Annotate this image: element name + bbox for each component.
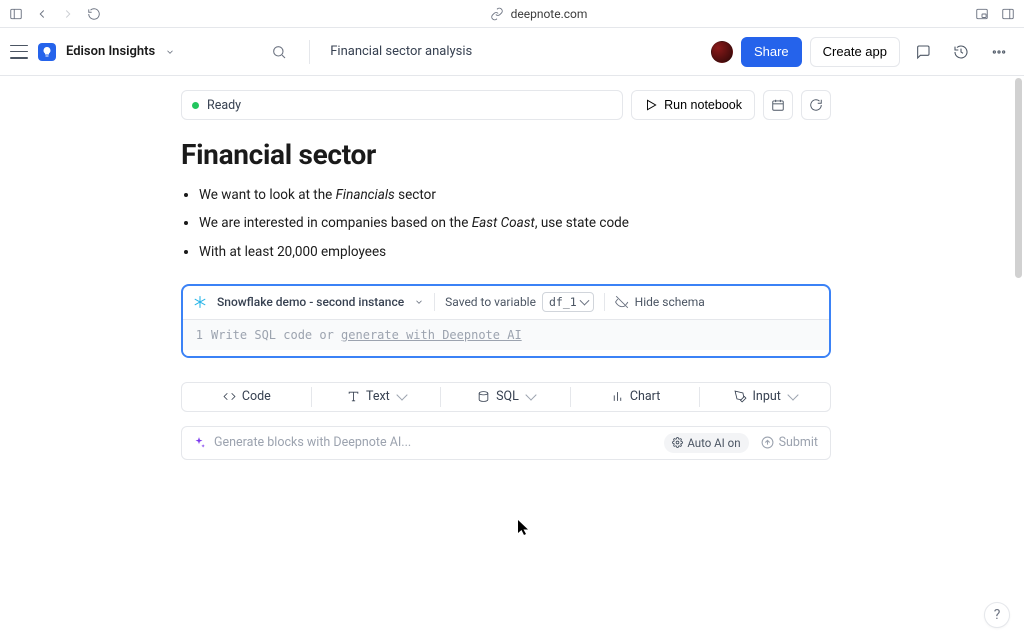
variable-select[interactable]: df_1: [542, 292, 594, 312]
url-domain: deepnote.com: [511, 7, 588, 21]
list-item[interactable]: With at least 20,000 employees: [199, 242, 831, 262]
sql-editor[interactable]: 1 Write SQL code or generate with Deepno…: [183, 320, 829, 350]
panel-right-icon[interactable]: [1000, 6, 1016, 22]
connection-name[interactable]: Snowflake demo - second instance: [217, 295, 404, 309]
ai-placeholder: Generate blocks with Deepnote AI...: [214, 435, 656, 450]
sql-placeholder: Write SQL code or generate with Deepnote…: [211, 328, 522, 342]
divider: [604, 293, 605, 311]
history-icon[interactable]: [946, 37, 976, 67]
run-label: Run notebook: [664, 98, 742, 112]
eye-off-icon: [615, 295, 629, 309]
chevron-down-icon[interactable]: [165, 47, 175, 57]
forward-icon: [60, 6, 76, 22]
add-code-button[interactable]: Code: [182, 383, 312, 411]
list-item[interactable]: We want to look at the Financials sector: [199, 185, 831, 205]
scrollbar[interactable]: [1015, 78, 1022, 278]
chevron-down-icon[interactable]: [414, 297, 424, 307]
workspace-logo[interactable]: [38, 43, 56, 61]
snowflake-icon: [193, 295, 207, 309]
status-pill[interactable]: Ready: [181, 90, 623, 120]
sql-footer: [183, 350, 829, 356]
ai-generate-bar[interactable]: Generate blocks with Deepnote AI... Auto…: [181, 426, 831, 460]
gear-icon: [672, 437, 683, 448]
schedule-button[interactable]: [763, 90, 793, 120]
add-text-button[interactable]: Text: [312, 383, 442, 411]
add-chart-button[interactable]: Chart: [571, 383, 701, 411]
reload-icon[interactable]: [86, 6, 102, 22]
hide-schema-button[interactable]: Hide schema: [615, 295, 705, 309]
browser-chrome: deepnote.com: [0, 0, 1024, 28]
status-dot-icon: [192, 102, 199, 109]
status-row: Ready Run notebook: [181, 90, 831, 120]
workspace-name[interactable]: Edison Insights: [66, 44, 155, 59]
saved-to-variable-label: Saved to variable: [445, 295, 536, 309]
hide-schema-label: Hide schema: [635, 295, 705, 309]
refresh-button[interactable]: [801, 90, 831, 120]
sparkle-icon: [192, 436, 206, 450]
auto-ai-pill[interactable]: Auto AI on: [664, 433, 748, 453]
divider: [434, 293, 435, 311]
sql-block-header: Snowflake demo - second instance Saved t…: [183, 286, 829, 320]
block-type-row: Code Text SQL Chart Input: [181, 382, 831, 412]
submit-button[interactable]: Submit: [757, 435, 822, 450]
status-text: Ready: [207, 98, 241, 113]
pip-icon[interactable]: [974, 6, 990, 22]
page-title[interactable]: Financial sector: [181, 138, 831, 171]
sql-block: Snowflake demo - second instance Saved t…: [181, 284, 831, 358]
chevron-down-icon: [787, 390, 798, 401]
avatar[interactable]: [711, 41, 733, 63]
chevron-down-icon: [525, 390, 536, 401]
generate-ai-link[interactable]: generate with Deepnote AI: [341, 328, 522, 342]
send-icon: [761, 436, 774, 449]
comments-icon[interactable]: [908, 37, 938, 67]
add-sql-button[interactable]: SQL: [441, 383, 571, 411]
variable-chip: Saved to variable df_1: [445, 292, 594, 312]
sidebar-toggle-icon[interactable]: [8, 6, 24, 22]
notebook-title[interactable]: Financial sector analysis: [326, 44, 472, 59]
menu-icon[interactable]: [10, 45, 28, 59]
create-app-button[interactable]: Create app: [810, 37, 900, 67]
search-button[interactable]: [265, 38, 293, 66]
line-number: 1: [183, 328, 211, 342]
link-icon: [489, 6, 505, 22]
main-area: Ready Run notebook Financial sector We w…: [0, 76, 1024, 640]
more-icon[interactable]: [984, 37, 1014, 67]
chevron-down-icon: [396, 390, 407, 401]
share-button[interactable]: Share: [741, 37, 802, 67]
divider: [309, 40, 310, 64]
add-input-button[interactable]: Input: [700, 383, 830, 411]
back-icon[interactable]: [34, 6, 50, 22]
app-top-bar: Edison Insights Financial sector analysi…: [0, 28, 1024, 76]
notes-list[interactable]: We want to look at the Financials sector…: [181, 185, 831, 262]
run-notebook-button[interactable]: Run notebook: [631, 90, 755, 120]
help-button[interactable]: ?: [984, 602, 1010, 628]
list-item[interactable]: We are interested in companies based on …: [199, 213, 831, 233]
